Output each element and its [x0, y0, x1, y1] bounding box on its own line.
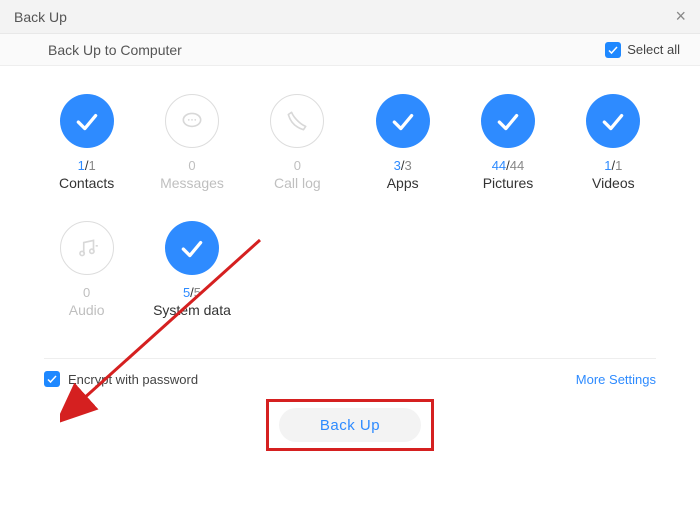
- category-count: 0: [188, 158, 195, 173]
- category-count: 0: [294, 158, 301, 173]
- category-audio[interactable]: 0 Audio: [40, 221, 133, 318]
- backup-button[interactable]: Back Up: [279, 408, 421, 442]
- page-subtitle: Back Up to Computer: [48, 42, 182, 58]
- category-label: Apps: [387, 175, 419, 191]
- category-label: System data: [153, 302, 231, 318]
- check-icon: [60, 94, 114, 148]
- phone-icon: [270, 94, 324, 148]
- encrypt-label: Encrypt with password: [68, 372, 198, 387]
- check-icon: [586, 94, 640, 148]
- check-icon: [481, 94, 535, 148]
- category-apps[interactable]: 3/3 Apps: [356, 94, 449, 191]
- category-videos[interactable]: 1/1 Videos: [567, 94, 660, 191]
- select-all-checkbox[interactable]: Select all: [605, 42, 680, 58]
- category-label: Call log: [274, 175, 321, 191]
- annotation-highlight-box: Back Up: [266, 399, 434, 451]
- window-title: Back Up: [14, 9, 67, 25]
- category-messages[interactable]: 0 Messages: [145, 94, 238, 191]
- checkbox-icon: [605, 42, 621, 58]
- category-label: Messages: [160, 175, 224, 191]
- category-pictures[interactable]: 44/44 Pictures: [461, 94, 554, 191]
- category-label: Contacts: [59, 175, 114, 191]
- category-label: Pictures: [483, 175, 534, 191]
- category-systemdata[interactable]: 5/5 System data: [145, 221, 238, 318]
- more-settings-link[interactable]: More Settings: [576, 372, 656, 387]
- category-count: 5/5: [183, 285, 201, 300]
- check-icon: [165, 221, 219, 275]
- category-calllog[interactable]: 0 Call log: [251, 94, 344, 191]
- close-icon[interactable]: ×: [675, 6, 686, 27]
- select-all-label: Select all: [627, 42, 680, 57]
- check-icon: [376, 94, 430, 148]
- music-icon: [60, 221, 114, 275]
- category-count: 1/1: [604, 158, 622, 173]
- checkbox-icon: [44, 371, 60, 387]
- encrypt-checkbox[interactable]: Encrypt with password: [44, 371, 198, 387]
- category-label: Videos: [592, 175, 635, 191]
- category-count: 3/3: [394, 158, 412, 173]
- category-contacts[interactable]: 1/1 Contacts: [40, 94, 133, 191]
- chat-icon: [165, 94, 219, 148]
- category-label: Audio: [69, 302, 105, 318]
- category-count: 1/1: [78, 158, 96, 173]
- category-count: 44/44: [492, 158, 525, 173]
- category-count: 0: [83, 285, 90, 300]
